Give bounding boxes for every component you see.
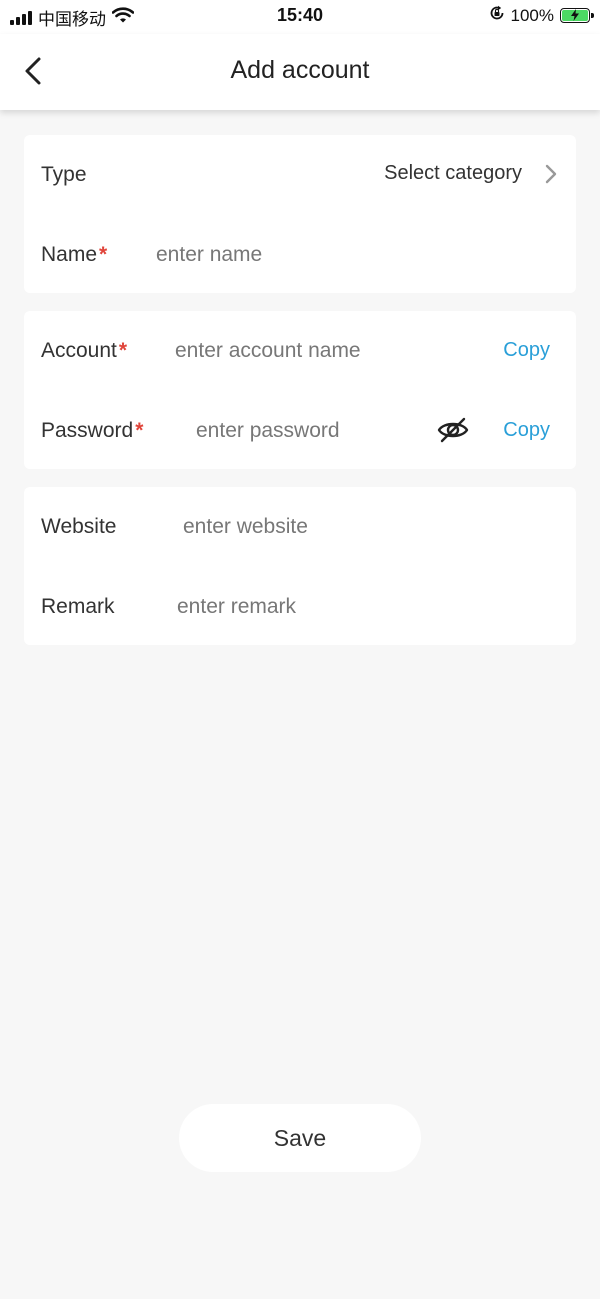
account-row: Account* enter account name Copy: [24, 311, 576, 391]
name-row: Name* enter name: [24, 215, 576, 295]
page-title: Add account: [230, 56, 370, 84]
account-label-text: Account: [41, 339, 117, 362]
type-label: Type: [41, 163, 87, 186]
name-label: Name*: [41, 243, 107, 267]
remark-label: Remark: [41, 595, 115, 618]
required-mark: *: [99, 243, 108, 266]
name-input[interactable]: enter name: [156, 243, 262, 267]
eye-off-icon[interactable]: [436, 413, 470, 447]
status-right: 100%: [489, 5, 594, 26]
status-bar: 中国移动 15:40 100%: [0, 0, 600, 34]
copy-account-button[interactable]: Copy: [503, 339, 550, 362]
orientation-lock-icon: [489, 5, 505, 26]
password-row: Password* enter password Copy: [24, 391, 576, 471]
nav-header: Add account: [0, 34, 600, 110]
battery-icon: [560, 8, 594, 23]
name-label-text: Name: [41, 243, 98, 266]
remark-row: Remark enter remark: [24, 567, 576, 647]
website-row: Website enter website: [24, 487, 576, 567]
select-category[interactable]: Select category: [384, 162, 522, 185]
save-button[interactable]: Save: [179, 1104, 421, 1172]
required-mark: *: [118, 339, 128, 362]
account-input[interactable]: enter account name: [175, 339, 361, 363]
card-credentials: Account* enter account name Copy Passwor…: [24, 311, 576, 469]
password-input[interactable]: enter password: [196, 419, 340, 443]
type-row[interactable]: Type Select category: [24, 135, 576, 215]
website-label: Website: [41, 515, 117, 538]
battery-percent: 100%: [510, 5, 554, 25]
required-mark: *: [135, 419, 144, 442]
password-label-text: Password: [41, 419, 134, 442]
account-label: Account*: [41, 339, 127, 363]
website-input[interactable]: enter website: [183, 515, 308, 539]
card-basic-info: Type Select category Name* enter name: [24, 135, 576, 293]
card-extra-info: Website enter website Remark enter remar…: [24, 487, 576, 645]
remark-input[interactable]: enter remark: [177, 595, 296, 619]
password-label: Password*: [41, 419, 143, 443]
copy-password-button[interactable]: Copy: [503, 419, 550, 442]
chevron-right-icon: [545, 164, 557, 184]
